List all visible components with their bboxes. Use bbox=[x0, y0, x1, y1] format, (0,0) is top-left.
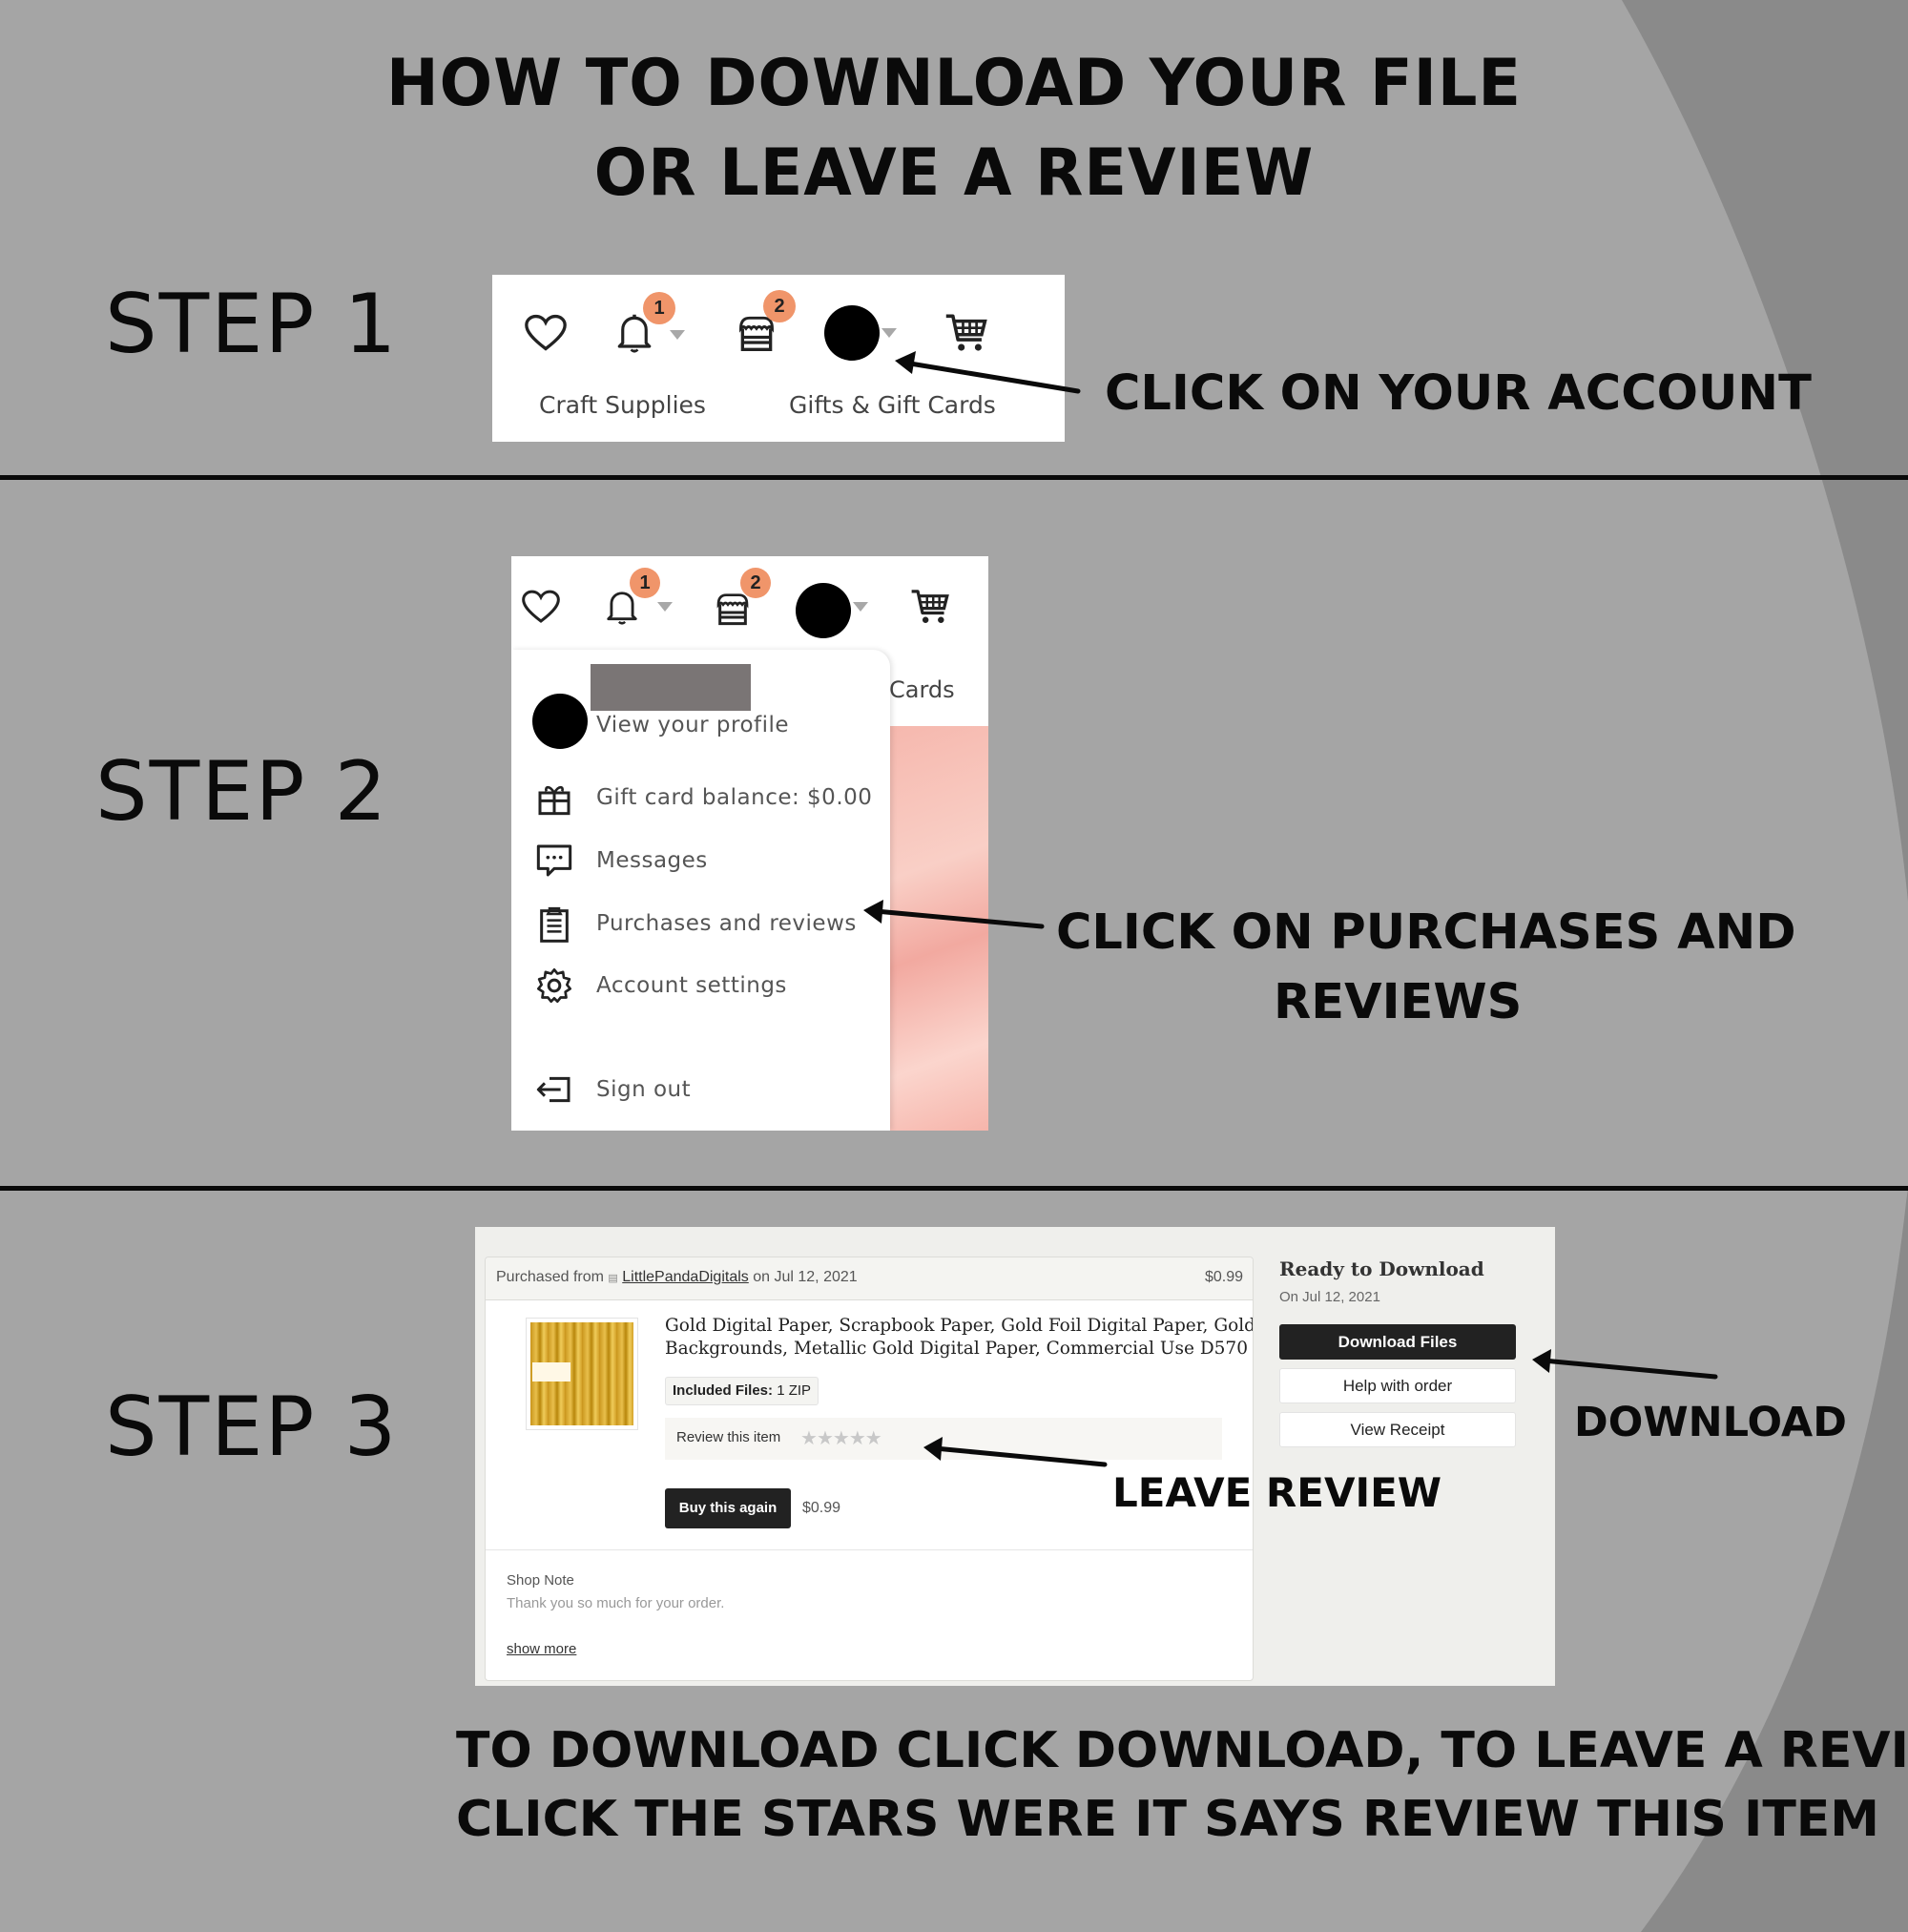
shop-note-text: Thank you so much for your order. bbox=[507, 1595, 725, 1611]
account-caret-icon[interactable] bbox=[853, 602, 868, 612]
order-divider bbox=[486, 1549, 1253, 1550]
shop-icon: ▤ bbox=[608, 1273, 618, 1284]
menu-item-gift-card-balance[interactable]: Gift card balance: $0.00 bbox=[511, 774, 890, 821]
menu-item-label: Messages bbox=[596, 848, 708, 873]
buy-this-again-button[interactable]: Buy this again bbox=[665, 1488, 791, 1528]
included-files-label: Included Files: bbox=[673, 1382, 774, 1399]
leave-review-callout: LEAVE REVIEW bbox=[1112, 1469, 1442, 1516]
step-2-callout-line-1: CLICK ON PURCHASES AND bbox=[1056, 904, 1796, 961]
star-icon[interactable]: ★ bbox=[800, 1428, 818, 1449]
account-caret-icon[interactable] bbox=[881, 328, 897, 338]
product-thumbnail[interactable] bbox=[526, 1318, 638, 1430]
show-more-link[interactable]: show more bbox=[507, 1641, 576, 1657]
page-title-line-1: HOW TO DOWNLOAD YOUR FILE bbox=[386, 46, 1522, 121]
notifications-caret-icon[interactable] bbox=[670, 330, 685, 340]
download-callout: DOWNLOAD bbox=[1574, 1399, 1847, 1446]
profile-avatar[interactable] bbox=[532, 694, 588, 749]
page-title-line-2: OR LEAVE A REVIEW bbox=[593, 135, 1315, 211]
notifications-caret-icon[interactable] bbox=[657, 602, 673, 612]
product-image-logo bbox=[532, 1362, 570, 1381]
menu-item-label: Account settings bbox=[596, 973, 787, 998]
account-avatar[interactable] bbox=[824, 305, 880, 361]
divider-1 bbox=[0, 475, 1908, 480]
gift-icon bbox=[538, 785, 570, 816]
product-title-line-1: Gold Digital Paper, Scrapbook Paper, Gol… bbox=[665, 1316, 1254, 1336]
shop-badge: 2 bbox=[740, 568, 771, 598]
product-title-line-2: Backgrounds, Metallic Gold Digital Paper… bbox=[665, 1339, 1248, 1359]
download-files-button[interactable]: Download Files bbox=[1279, 1324, 1516, 1360]
sign-out-icon bbox=[536, 1076, 570, 1103]
notification-badge: 1 bbox=[643, 292, 675, 324]
shop-name-link[interactable]: LittlePandaDigitals bbox=[622, 1269, 749, 1285]
arrow-to-download bbox=[1532, 1349, 1718, 1380]
product-title[interactable]: Gold Digital Paper, Scrapbook Paper, Gol… bbox=[665, 1315, 1254, 1361]
message-icon bbox=[536, 844, 572, 877]
purchase-info: Purchased from ▤ LittlePandaDigitals on … bbox=[496, 1269, 858, 1286]
star-icon[interactable]: ★ bbox=[817, 1428, 834, 1449]
nav-link-gifts-partial[interactable]: Cards bbox=[889, 676, 955, 703]
footer-instruction-line-1: TO DOWNLOAD CLICK DOWNLOAD, TO LEAVE A R… bbox=[456, 1722, 1908, 1779]
account-dropdown-menu: View your profile Gift card balance: $0.… bbox=[511, 650, 890, 1131]
purchased-from-label: Purchased from bbox=[496, 1269, 604, 1285]
ready-to-download-title: Ready to Download bbox=[1279, 1257, 1484, 1280]
buy-again-price: $0.99 bbox=[802, 1500, 841, 1516]
footer-instruction-line-2: CLICK THE STARS WERE IT SAYS REVIEW THIS… bbox=[456, 1791, 1880, 1848]
menu-item-sign-out[interactable]: Sign out bbox=[511, 1066, 890, 1113]
menu-item-label: Gift card balance: $0.00 bbox=[596, 785, 873, 810]
menu-item-label: Sign out bbox=[596, 1077, 692, 1102]
star-icon[interactable]: ★ bbox=[833, 1428, 850, 1449]
step-2-label: STEP 2 bbox=[95, 744, 389, 840]
help-with-order-button[interactable]: Help with order bbox=[1279, 1368, 1516, 1403]
step-1-callout: CLICK ON YOUR ACCOUNT bbox=[1105, 365, 1812, 422]
heart-icon[interactable] bbox=[522, 589, 560, 625]
redacted-username bbox=[591, 664, 751, 711]
arrow-to-account bbox=[895, 351, 1081, 394]
download-date: On Jul 12, 2021 bbox=[1279, 1289, 1380, 1305]
menu-item-account-settings[interactable]: Account settings bbox=[511, 962, 890, 1009]
order-header: Purchased from ▤ LittlePandaDigitals on … bbox=[486, 1257, 1253, 1300]
menu-item-label: Purchases and reviews bbox=[596, 911, 857, 936]
view-receipt-button[interactable]: View Receipt bbox=[1279, 1412, 1516, 1447]
step-2-callout-line-2: REVIEWS bbox=[1274, 974, 1523, 1030]
menu-item-messages[interactable]: Messages bbox=[511, 837, 890, 884]
arrow-to-purchases bbox=[863, 900, 1045, 929]
included-files-badge: Included Files: 1 ZIP bbox=[665, 1377, 819, 1405]
account-avatar[interactable] bbox=[796, 583, 851, 638]
menu-item-purchases-and-reviews[interactable]: Purchases and reviews bbox=[511, 900, 890, 947]
clipboard-icon bbox=[540, 906, 569, 943]
view-profile-link[interactable]: View your profile bbox=[596, 713, 789, 737]
gear-icon bbox=[537, 968, 571, 1003]
star-icon[interactable]: ★ bbox=[849, 1428, 866, 1449]
shop-badge: 2 bbox=[763, 290, 796, 322]
cart-icon[interactable] bbox=[910, 587, 950, 627]
step-1-label: STEP 1 bbox=[105, 277, 399, 372]
arrow-to-review-stars bbox=[923, 1437, 1108, 1467]
purchase-date: on Jul 12, 2021 bbox=[753, 1269, 858, 1285]
heart-icon[interactable] bbox=[525, 313, 567, 353]
step-3-label: STEP 3 bbox=[105, 1380, 399, 1475]
step-2-menu-screenshot: Cards 1 2 View your profile Gift card ba… bbox=[511, 556, 988, 1131]
review-this-item-label: Review this item bbox=[676, 1429, 781, 1445]
divider-2 bbox=[0, 1186, 1908, 1191]
star-icon[interactable]: ★ bbox=[865, 1428, 882, 1449]
notification-badge: 1 bbox=[630, 568, 660, 598]
shop-note-title: Shop Note bbox=[507, 1572, 574, 1589]
included-files-value: 1 ZIP bbox=[777, 1382, 812, 1399]
order-price: $0.99 bbox=[1204, 1269, 1243, 1285]
nav-link-craft-supplies[interactable]: Craft Supplies bbox=[539, 391, 706, 419]
rating-stars[interactable]: ★★★★★ bbox=[800, 1426, 882, 1450]
